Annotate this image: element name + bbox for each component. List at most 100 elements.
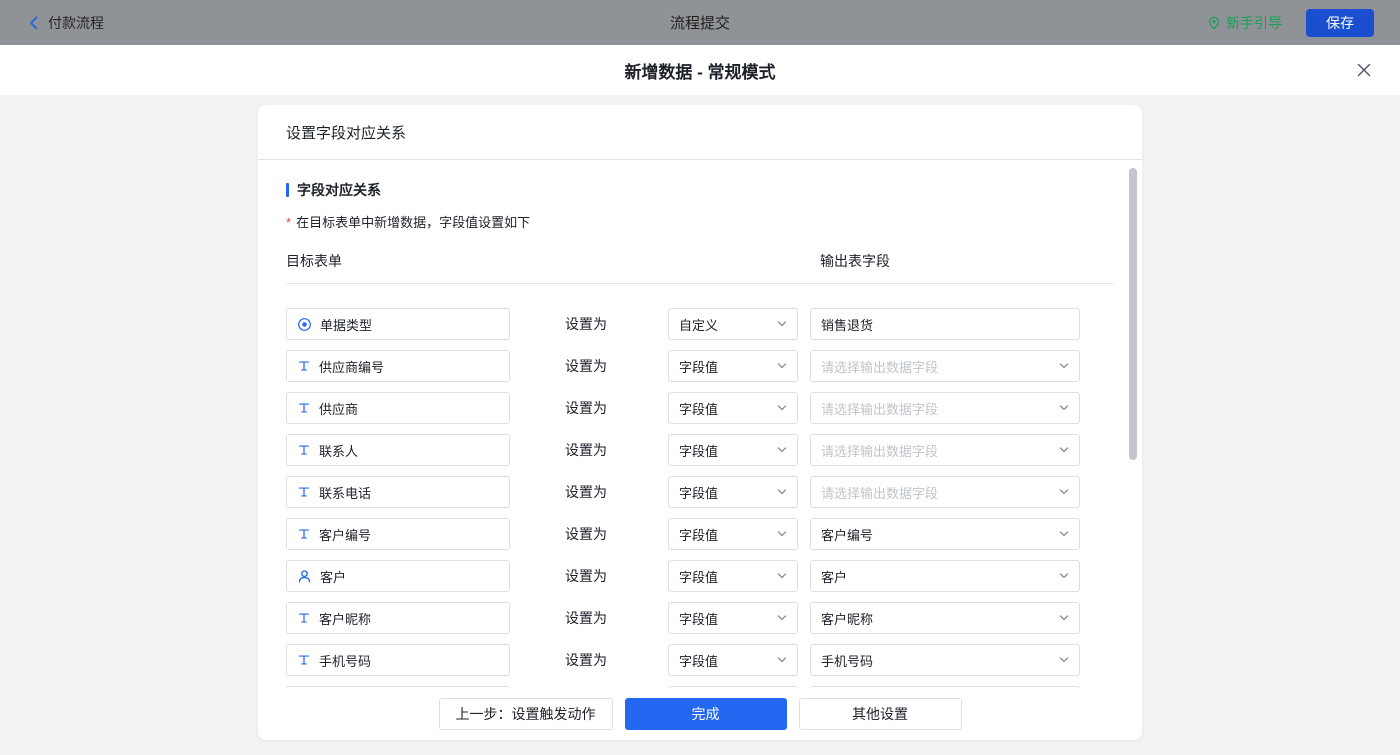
chevron-down-icon [1059, 655, 1069, 665]
set-to-label: 设置为 [565, 400, 607, 416]
card-body: 字段对应关系 * 在目标表单中新增数据，字段值设置如下 目标表单 输出表字段 单据… [258, 160, 1142, 740]
mode-select-value: 字段值 [679, 653, 719, 669]
modal-content: 设置字段对应关系 字段对应关系 * 在目标表单中新增数据，字段值设置如下 目标表单… [0, 95, 1400, 755]
done-button[interactable]: 完成 [624, 698, 787, 730]
field-mapping-card: 设置字段对应关系 字段对应关系 * 在目标表单中新增数据，字段值设置如下 目标表单… [258, 105, 1142, 740]
scrollbar-thumb[interactable] [1129, 168, 1137, 460]
chevron-down-icon [777, 445, 787, 455]
output-value-input[interactable]: 销售退货 [810, 308, 1080, 340]
chevron-down-icon [1059, 487, 1069, 497]
modal-title: 新增数据 - 常规模式 [624, 62, 776, 82]
mode-select[interactable]: 字段值 [668, 350, 798, 382]
option-circle-icon [297, 317, 312, 332]
set-to-label: 设置为 [565, 442, 607, 458]
output-field-value: 手机号码 [821, 653, 874, 669]
mode-select[interactable]: 字段值 [668, 392, 798, 424]
output-value-text: 销售退货 [821, 317, 874, 333]
section-title: 字段对应关系 [286, 180, 1114, 200]
mapping-note: * 在目标表单中新增数据，字段值设置如下 [286, 212, 1114, 231]
chevron-down-icon [1059, 445, 1069, 455]
chevron-down-icon [777, 319, 787, 329]
output-field-value: 请选择输出数据字段 [821, 443, 939, 459]
mode-select[interactable]: 自定义 [668, 308, 798, 340]
chevron-down-icon [1059, 571, 1069, 581]
target-field-label: 供应商编号 [319, 359, 385, 375]
target-form-column-label: 目标表单 [286, 253, 342, 269]
set-to-label: 设置为 [565, 316, 607, 332]
target-field-label: 客户昵称 [319, 611, 372, 627]
set-to-label: 设置为 [565, 610, 607, 626]
target-field-box[interactable]: 客户编号 [286, 518, 510, 550]
mode-select[interactable]: 字段值 [668, 560, 798, 592]
target-field-box[interactable]: 联系人 [286, 434, 510, 466]
target-field-label: 供应商 [319, 401, 359, 417]
output-field-value: 客户 [821, 569, 848, 585]
field-row: 联系电话 设置为 字段值 请选择输出数据字段 [286, 476, 1114, 508]
chevron-down-icon [777, 613, 787, 623]
other-settings-button[interactable]: 其他设置 [798, 698, 962, 730]
output-field-select[interactable]: 客户昵称 [810, 602, 1080, 634]
set-to-label: 设置为 [565, 358, 607, 374]
location-pin-icon [1207, 16, 1221, 30]
mode-select-value: 字段值 [679, 401, 719, 417]
set-to-label: 设置为 [565, 652, 607, 668]
modal-header: 新增数据 - 常规模式 [0, 45, 1400, 95]
output-field-select[interactable]: 请选择输出数据字段 [810, 350, 1080, 382]
mode-select-value: 自定义 [679, 317, 719, 333]
topbar-actions: 新手引导 保存 [1207, 8, 1374, 37]
card-header: 设置字段对应关系 [258, 105, 1142, 160]
text-icon [297, 527, 311, 541]
target-field-label: 联系人 [319, 443, 359, 459]
target-field-label: 客户编号 [319, 527, 372, 543]
back-button[interactable]: 付款流程 [26, 13, 104, 33]
chevron-down-icon [777, 529, 787, 539]
output-field-select[interactable]: 请选择输出数据字段 [810, 476, 1080, 508]
field-row: 供应商编号 设置为 字段值 请选择输出数据字段 [286, 350, 1114, 382]
output-field-value: 请选择输出数据字段 [821, 485, 939, 501]
previous-step-button[interactable]: 上一步：设置触发动作 [438, 698, 613, 730]
target-field-label: 单据类型 [320, 317, 373, 333]
columns-header: 目标表单 输出表字段 [286, 251, 1114, 284]
mode-select[interactable]: 字段值 [668, 602, 798, 634]
target-field-box[interactable]: 供应商编号 [286, 350, 510, 382]
output-field-select[interactable]: 客户编号 [810, 518, 1080, 550]
chevron-down-icon [777, 403, 787, 413]
set-to-label: 设置为 [565, 484, 607, 500]
mode-select[interactable]: 字段值 [668, 476, 798, 508]
chevron-down-icon [777, 361, 787, 371]
output-fields-column-label: 输出表字段 [820, 253, 890, 269]
output-field-select[interactable]: 手机号码 [810, 644, 1080, 676]
chevron-down-icon [777, 571, 787, 581]
target-field-box[interactable]: 客户昵称 [286, 602, 510, 634]
card-footer: 上一步：设置触发动作 完成 其他设置 [258, 688, 1142, 740]
required-asterisk: * [286, 215, 292, 230]
field-row: 联系人 设置为 字段值 请选择输出数据字段 [286, 434, 1114, 466]
output-field-value: 请选择输出数据字段 [821, 401, 939, 417]
mode-select[interactable]: 字段值 [668, 518, 798, 550]
back-label[interactable]: 付款流程 [48, 13, 104, 33]
page-title: 流程提交 [669, 15, 731, 32]
save-button[interactable]: 保存 [1306, 8, 1374, 37]
target-field-box[interactable]: 供应商 [286, 392, 510, 424]
output-field-select[interactable]: 客户 [810, 560, 1080, 592]
target-field-box[interactable]: 客户 [286, 560, 510, 592]
beginner-guide-label: 新手引导 [1226, 14, 1282, 31]
chevron-down-icon [1059, 613, 1069, 623]
output-field-value: 客户昵称 [821, 611, 874, 627]
output-field-select[interactable]: 请选择输出数据字段 [810, 434, 1080, 466]
beginner-guide-link[interactable]: 新手引导 [1207, 13, 1282, 33]
close-icon[interactable] [1356, 62, 1372, 78]
field-row: 手机号码 设置为 字段值 手机号码 [286, 644, 1114, 676]
output-field-select[interactable]: 请选择输出数据字段 [810, 392, 1080, 424]
target-field-box[interactable]: 单据类型 [286, 308, 510, 340]
chevron-down-icon [1059, 529, 1069, 539]
mode-select[interactable]: 字段值 [668, 644, 798, 676]
section-accent-bar [286, 183, 289, 197]
target-field-box[interactable]: 联系电话 [286, 476, 510, 508]
chevron-down-icon [777, 487, 787, 497]
text-icon [297, 611, 311, 625]
target-field-box[interactable]: 手机号码 [286, 644, 510, 676]
mapping-note-text: 在目标表单中新增数据，字段值设置如下 [296, 215, 531, 230]
mode-select[interactable]: 字段值 [668, 434, 798, 466]
mode-select-value: 字段值 [679, 485, 719, 501]
